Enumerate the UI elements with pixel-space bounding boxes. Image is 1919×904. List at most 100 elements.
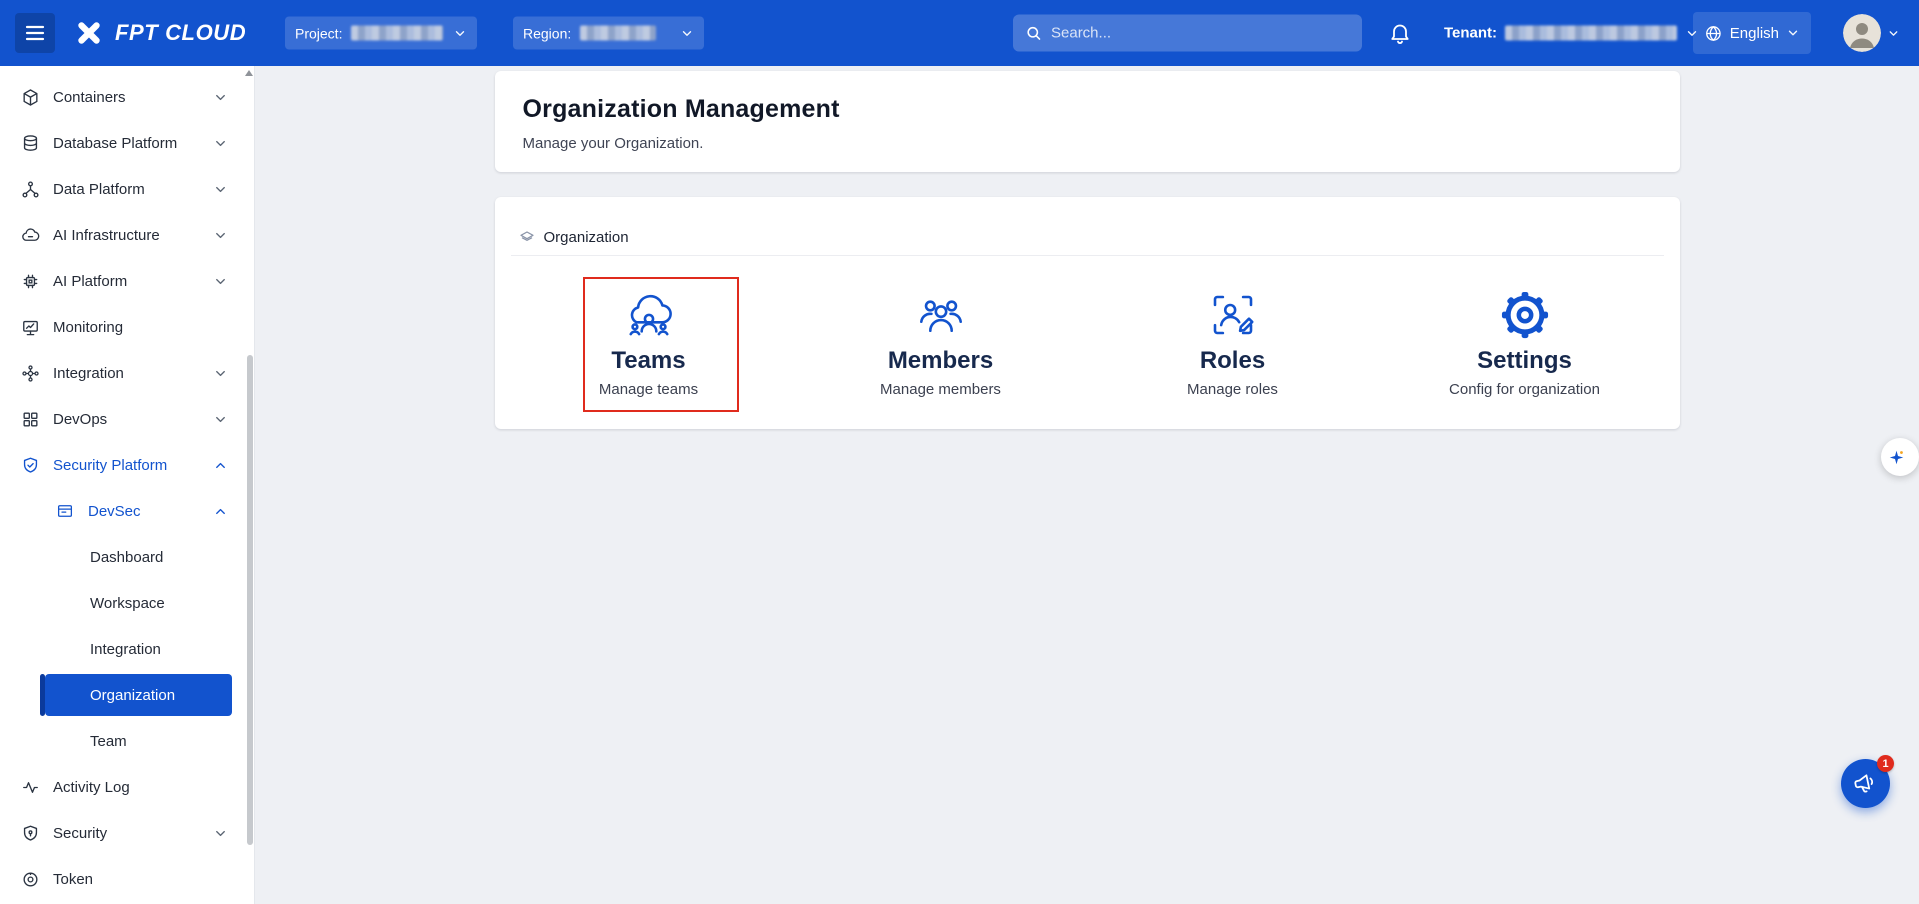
region-label: Region: — [523, 25, 571, 41]
page-subtitle: Manage your Organization. — [523, 135, 1652, 152]
settings-gear-icon — [1379, 288, 1671, 342]
project-selector[interactable]: Project: — [285, 17, 477, 50]
chevron-down-icon — [213, 412, 228, 427]
chevron-up-icon — [213, 504, 228, 519]
sidebar-scrollbar[interactable] — [245, 66, 254, 904]
region-value-redacted — [580, 26, 656, 41]
tile-roles-description: Manage roles — [1087, 381, 1379, 398]
integration-icon — [20, 363, 40, 383]
sidebar-item-dashboard[interactable]: Dashboard — [0, 534, 254, 580]
notifications-button[interactable] — [1384, 17, 1416, 49]
sidebar: Containers Database Platform Data Platfo… — [0, 66, 255, 904]
devops-icon — [20, 409, 40, 429]
user-menu[interactable] — [1843, 14, 1900, 52]
chevron-down-icon — [213, 182, 228, 197]
chip-icon — [20, 271, 40, 291]
fpt-cloud-logo-icon — [72, 16, 106, 50]
tile-roles[interactable]: Roles Manage roles — [1087, 288, 1379, 398]
chevron-down-icon — [1887, 27, 1900, 40]
database-icon — [20, 133, 40, 153]
top-navbar: FPT CLOUD Project: Region: Tenant: — [0, 0, 1919, 66]
megaphone-icon — [1851, 769, 1881, 799]
sidebar-item-workspace[interactable]: Workspace — [0, 580, 254, 626]
organization-card: Organization Teams Manage teams — [495, 197, 1680, 429]
tile-settings-description: Config for organization — [1379, 381, 1671, 398]
devsec-icon — [55, 501, 75, 521]
tile-settings[interactable]: Settings Config for organization — [1379, 288, 1671, 398]
tenant-selector[interactable]: Tenant: — [1444, 25, 1699, 42]
global-search — [1013, 15, 1362, 52]
sidebar-item-token[interactable]: Token — [0, 856, 254, 902]
members-icon — [795, 288, 1087, 342]
tenant-value-redacted — [1505, 26, 1677, 41]
shield-check-icon — [20, 455, 40, 475]
chevron-up-icon — [213, 458, 228, 473]
sidebar-item-ai-platform[interactable]: AI Platform — [0, 258, 254, 304]
search-input[interactable] — [1051, 25, 1350, 42]
sidebar-item-integration[interactable]: Integration — [0, 350, 254, 396]
tile-settings-title: Settings — [1379, 347, 1671, 375]
sidebar-item-containers[interactable]: Containers — [0, 74, 254, 120]
ai-infrastructure-icon — [20, 225, 40, 245]
organization-card-title: Organization — [544, 229, 629, 246]
tile-teams-description: Manage teams — [503, 381, 795, 398]
project-label: Project: — [295, 25, 342, 41]
sidebar-item-integration-sub[interactable]: Integration — [0, 626, 254, 672]
sparkle-icon — [1888, 449, 1905, 466]
sidebar-item-database-platform[interactable]: Database Platform — [0, 120, 254, 166]
logo-text: FPT CLOUD — [115, 20, 246, 46]
chevron-down-icon — [213, 136, 228, 151]
roles-icon — [1087, 288, 1379, 342]
page-title: Organization Management — [523, 95, 1652, 124]
containers-icon — [20, 87, 40, 107]
fpt-cloud-logo: FPT CLOUD — [72, 16, 246, 50]
announcements-button[interactable]: 1 — [1841, 759, 1890, 808]
sidebar-item-team[interactable]: Team — [0, 718, 254, 764]
chevron-down-icon — [1786, 26, 1800, 40]
avatar — [1843, 14, 1881, 52]
chevron-down-icon — [213, 274, 228, 289]
sidebar-item-monitoring[interactable]: Monitoring — [0, 304, 254, 350]
scroll-up-arrow-icon[interactable] — [245, 70, 253, 76]
chevron-down-icon — [453, 26, 467, 40]
main-content: Organization Management Manage your Orga… — [255, 66, 1919, 904]
notification-count-badge: 1 — [1877, 755, 1894, 772]
sidebar-item-organization[interactable]: Organization — [45, 674, 232, 716]
token-icon — [20, 869, 40, 889]
region-selector[interactable]: Region: — [513, 17, 704, 50]
data-platform-icon — [20, 179, 40, 199]
sidebar-item-devsec[interactable]: DevSec — [0, 488, 254, 534]
globe-icon — [1704, 24, 1723, 43]
assistant-widget[interactable] — [1881, 438, 1919, 476]
sidebar-item-security[interactable]: Security — [0, 810, 254, 856]
tile-members[interactable]: Members Manage members — [795, 288, 1087, 398]
page-header-card: Organization Management Manage your Orga… — [495, 71, 1680, 172]
activity-log-icon — [20, 777, 40, 797]
sidebar-item-data-platform[interactable]: Data Platform — [0, 166, 254, 212]
sidebar-item-security-platform[interactable]: Security Platform — [0, 442, 254, 488]
tile-members-description: Manage members — [795, 381, 1087, 398]
bell-icon — [1388, 21, 1412, 45]
organization-tiles: Teams Manage teams Members Manage member… — [495, 256, 1680, 398]
sidebar-item-devops[interactable]: DevOps — [0, 396, 254, 442]
tile-teams[interactable]: Teams Manage teams — [503, 288, 795, 398]
project-value-redacted — [351, 26, 443, 41]
language-selector[interactable]: English — [1693, 12, 1811, 54]
tile-teams-title: Teams — [503, 347, 795, 375]
tenant-label: Tenant: — [1444, 25, 1497, 42]
teams-cloud-icon — [503, 288, 795, 342]
chevron-down-icon — [213, 366, 228, 381]
menu-button[interactable] — [15, 13, 55, 53]
chevron-down-icon — [213, 826, 228, 841]
layers-icon — [519, 230, 535, 246]
sidebar-item-activity-log[interactable]: Activity Log — [0, 764, 254, 810]
organization-card-header: Organization — [495, 197, 1680, 246]
sidebar-item-ai-infrastructure[interactable]: AI Infrastructure — [0, 212, 254, 258]
shield-lock-icon — [20, 823, 40, 843]
chevron-down-icon — [680, 26, 694, 40]
scrollbar-thumb[interactable] — [247, 355, 253, 845]
monitoring-icon — [20, 317, 40, 337]
chevron-down-icon — [213, 228, 228, 243]
tile-roles-title: Roles — [1087, 347, 1379, 375]
chevron-down-icon — [213, 90, 228, 105]
